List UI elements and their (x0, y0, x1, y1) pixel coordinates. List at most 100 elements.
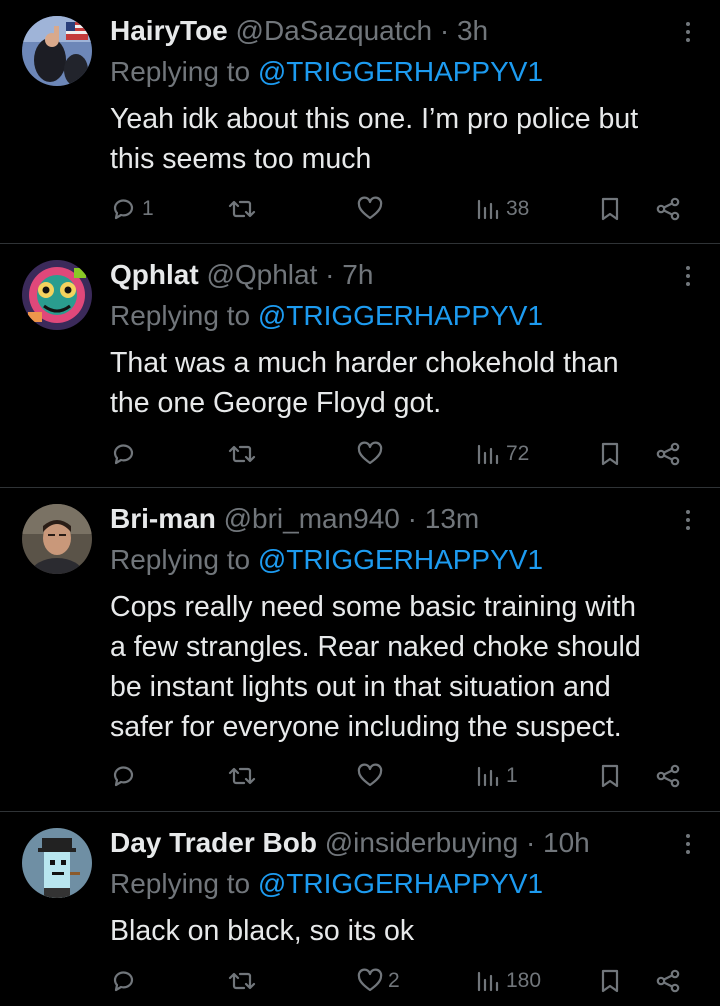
action-bar: 72 (0, 434, 720, 474)
retweet-icon (228, 767, 256, 785)
avatar[interactable] (22, 504, 92, 574)
replying-to-handle[interactable]: @TRIGGERHAPPYV1 (258, 300, 543, 331)
more-options-icon[interactable] (678, 506, 698, 536)
bookmark-button[interactable] (596, 434, 624, 474)
views-button[interactable]: 38 (474, 189, 529, 229)
share-button[interactable] (654, 961, 682, 1001)
share-icon (656, 197, 680, 221)
retweet-button[interactable] (228, 189, 260, 229)
tweet-header: HairyToe @DaSazquatch · 3h (110, 14, 488, 48)
timestamp[interactable]: · 13m (408, 503, 480, 534)
reply-icon (113, 199, 134, 220)
heart-icon (357, 763, 383, 787)
replying-to: Replying to @TRIGGERHAPPYV1 (110, 544, 543, 576)
views-button[interactable]: 1 (474, 756, 518, 796)
view-count: 72 (506, 442, 530, 465)
more-options-icon[interactable] (678, 262, 698, 292)
like-count: 2 (388, 969, 400, 992)
share-icon (656, 969, 680, 993)
retweet-button[interactable] (228, 434, 260, 474)
views-button[interactable]: 180 (474, 961, 541, 1001)
reply-button[interactable]: 1 (110, 189, 154, 229)
tweet[interactable]: Qphlat @Qphlat · 7h Replying to @TRIGGER… (0, 244, 720, 488)
replying-prefix: Replying to (110, 300, 251, 331)
user-handle[interactable]: @insiderbuying (325, 827, 518, 858)
timestamp[interactable]: · 7h (325, 259, 373, 290)
reply-icon (113, 444, 134, 465)
display-name[interactable]: Bri-man (110, 503, 216, 534)
retweet-icon (228, 972, 256, 990)
replying-to: Replying to @TRIGGERHAPPYV1 (110, 300, 543, 332)
reply-button[interactable] (110, 434, 142, 474)
reply-button[interactable] (110, 961, 142, 1001)
avatar[interactable] (22, 16, 92, 86)
bookmark-icon (601, 197, 619, 221)
share-button[interactable] (654, 189, 682, 229)
view-count: 1 (506, 764, 518, 787)
tweet-header: Qphlat @Qphlat · 7h (110, 258, 373, 292)
views-button[interactable]: 72 (474, 434, 529, 474)
share-button[interactable] (654, 434, 682, 474)
replying-to: Replying to @TRIGGERHAPPYV1 (110, 868, 543, 900)
retweet-button[interactable] (228, 756, 260, 796)
replying-to-handle[interactable]: @TRIGGERHAPPYV1 (258, 56, 543, 87)
share-icon (656, 442, 680, 466)
more-options-icon[interactable] (678, 830, 698, 860)
user-handle[interactable]: @DaSazquatch (236, 15, 433, 46)
replying-to-handle[interactable]: @TRIGGERHAPPYV1 (258, 868, 543, 899)
tweet-text-line: this seems too much (110, 143, 372, 175)
action-bar: 2 180 (0, 961, 720, 1001)
tweet[interactable]: Bri-man @bri_man940 · 13m Replying to @T… (0, 488, 720, 812)
share-button[interactable] (654, 756, 682, 796)
replying-to-handle[interactable]: @TRIGGERHAPPYV1 (258, 544, 543, 575)
timestamp[interactable]: · 3h (440, 15, 488, 46)
like-button[interactable] (356, 756, 388, 796)
user-handle[interactable]: @Qphlat (206, 259, 317, 290)
display-name[interactable]: HairyToe (110, 15, 228, 46)
view-count: 38 (506, 197, 530, 220)
bookmark-button[interactable] (596, 189, 624, 229)
reply-count: 1 (142, 197, 154, 220)
bookmark-icon (601, 764, 619, 788)
replying-prefix: Replying to (110, 56, 251, 87)
avatar-colorful-art-icon (22, 260, 92, 330)
tweet-text-line: Black on black, so its ok (110, 915, 415, 947)
reply-icon (113, 971, 134, 992)
reply-button[interactable] (110, 756, 142, 796)
retweet-button[interactable] (228, 961, 260, 1001)
like-button[interactable] (356, 189, 388, 229)
timestamp[interactable]: · 10h (526, 827, 590, 858)
tweet-text: That was a much harder chokehold than th… (110, 343, 700, 423)
like-button[interactable] (356, 434, 388, 474)
tweet-text: Black on black, so its ok (110, 911, 700, 951)
tweet[interactable]: Day Trader Bob @insiderbuying · 10h Repl… (0, 812, 720, 1006)
replying-prefix: Replying to (110, 544, 251, 575)
tweet-header: Bri-man @bri_man940 · 13m (110, 502, 479, 536)
retweet-icon (228, 200, 256, 218)
avatar[interactable] (22, 828, 92, 898)
bookmark-icon (601, 969, 619, 993)
more-options-icon[interactable] (678, 18, 698, 48)
share-icon (656, 764, 680, 788)
like-button[interactable]: 2 (356, 961, 400, 1001)
tweet[interactable]: HairyToe @DaSazquatch · 3h Replying to @… (0, 0, 720, 244)
avatar[interactable] (22, 260, 92, 330)
heart-icon (357, 196, 383, 220)
tweet-text: Yeah idk about this one. I’m pro police … (110, 99, 700, 179)
tweet-text-line: Cops really need some basic training wit… (110, 591, 636, 623)
tweet-text-line: be instant lights out in that situation … (110, 671, 611, 703)
tweet-text: Cops really need some basic training wit… (110, 587, 700, 747)
action-bar: 1 38 (0, 189, 720, 229)
display-name[interactable]: Qphlat (110, 259, 199, 290)
replying-to: Replying to @TRIGGERHAPPYV1 (110, 56, 543, 88)
avatar-pixel-punk-icon (22, 828, 92, 898)
reply-icon (113, 766, 134, 787)
display-name[interactable]: Day Trader Bob (110, 827, 317, 858)
action-bar: 1 (0, 756, 720, 796)
bookmark-button[interactable] (596, 756, 624, 796)
heart-icon (357, 968, 383, 992)
view-count: 180 (506, 969, 542, 992)
user-handle[interactable]: @bri_man940 (224, 503, 400, 534)
bookmark-button[interactable] (596, 961, 624, 1001)
views-chart-icon (477, 444, 499, 465)
